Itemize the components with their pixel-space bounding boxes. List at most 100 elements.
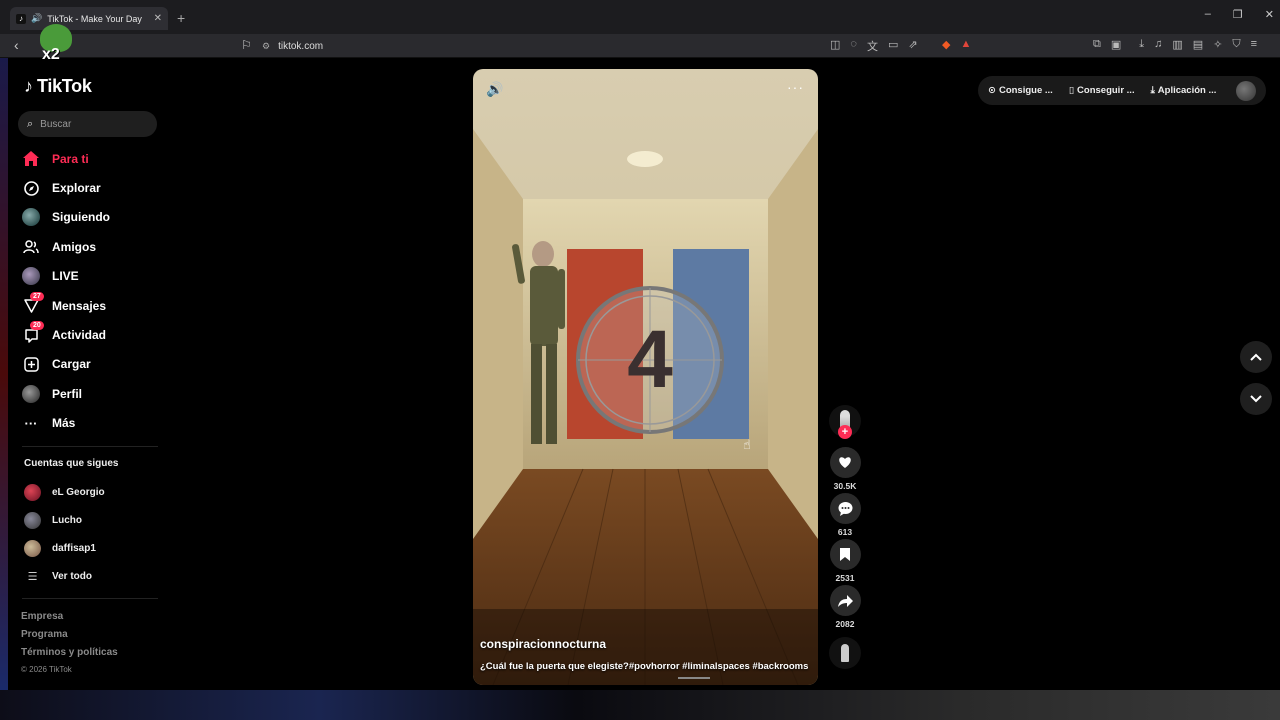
like-action[interactable]: 30.5K bbox=[829, 447, 861, 493]
messages-badge: 27 bbox=[30, 291, 44, 301]
following-account[interactable]: daffisap1 bbox=[24, 534, 164, 562]
brave-shields-icon[interactable]: ◆ bbox=[942, 38, 950, 51]
search-input[interactable] bbox=[40, 118, 141, 130]
extensions-icon[interactable]: ⧉ bbox=[1093, 38, 1101, 51]
restore-button[interactable]: ❐ bbox=[1233, 8, 1243, 21]
creator-avatar[interactable]: + bbox=[829, 405, 861, 439]
share-icon[interactable]: ⇗ bbox=[908, 38, 917, 54]
video-actions: + 30.5K 613 2531 2082 bbox=[829, 405, 861, 669]
audio-playing-icon[interactable]: 🔊 bbox=[31, 13, 42, 24]
minimize-button[interactable]: – bbox=[1205, 8, 1211, 21]
chevron-down-icon bbox=[1250, 395, 1262, 403]
tab-close-icon[interactable]: ✕ bbox=[154, 13, 162, 24]
sidebar-item-mas[interactable]: ··· Más bbox=[22, 409, 162, 438]
comment-action[interactable]: 613 bbox=[829, 493, 861, 539]
browser-right-icons: ⧉ ▣ ⤓ ♫ ▥ ▤ ✧ ⛉ ≡ bbox=[1093, 38, 1257, 51]
back-button[interactable]: ‹ bbox=[14, 37, 19, 53]
save-count: 2531 bbox=[835, 573, 855, 583]
follow-plus-icon[interactable]: + bbox=[838, 425, 852, 439]
search-icon: ⌕ bbox=[27, 117, 34, 130]
music-icon[interactable]: ♫ bbox=[1154, 38, 1162, 51]
brave-rewards-icon[interactable]: ▲ bbox=[960, 38, 971, 51]
user-avatar[interactable] bbox=[1236, 80, 1256, 101]
home-icon bbox=[22, 150, 40, 168]
video-player[interactable]: 4 🔊 ··· conspiracionnocturna ¿Cuál fue l… bbox=[473, 69, 818, 685]
sidebar-toggle-icon[interactable]: ▥ bbox=[1172, 38, 1182, 51]
downloads-icon[interactable]: ⤓ bbox=[1139, 38, 1144, 51]
next-video-button[interactable] bbox=[1240, 383, 1272, 415]
avatar bbox=[24, 539, 41, 557]
list-icon: ☰ bbox=[27, 570, 38, 583]
see-all-label: Ver todo bbox=[52, 570, 93, 582]
media-icon[interactable]: ◫ bbox=[830, 38, 840, 54]
see-all-link[interactable]: ☰ Ver todo bbox=[24, 562, 164, 590]
mute-icon[interactable]: ◌ bbox=[850, 38, 857, 54]
video-description[interactable]: ¿Cuál fue la puerta que elegiste?#povhor… bbox=[480, 661, 808, 672]
url-text[interactable]: tiktok.com bbox=[278, 41, 323, 52]
top-actions-bar: ⊙ Consigue ... ▯ Conseguir ... ⤓ Aplicac… bbox=[978, 76, 1266, 105]
search-box[interactable]: ⌕ bbox=[18, 111, 157, 137]
leo-ai-icon[interactable]: ✧ bbox=[1213, 38, 1222, 51]
chevron-up-icon bbox=[1250, 353, 1262, 361]
sidebar-item-explorar[interactable]: Explorar bbox=[22, 173, 162, 202]
account-name: daffisap1 bbox=[52, 542, 96, 554]
wallet-icon[interactable]: ▤ bbox=[1193, 38, 1203, 51]
address-bar[interactable]: ⚙ tiktok.com bbox=[262, 36, 822, 56]
get-coins-button[interactable]: ⊙ Consigue ... bbox=[988, 85, 1053, 96]
heart-icon[interactable] bbox=[829, 447, 861, 478]
sidebar-item-mensajes[interactable]: 27 Mensajes bbox=[22, 291, 162, 320]
comment-icon[interactable] bbox=[829, 493, 861, 524]
footer-link-empresa[interactable]: Empresa bbox=[21, 611, 118, 629]
sidebar-item-para-ti[interactable]: Para ti bbox=[22, 144, 162, 173]
menu-icon[interactable]: ≡ bbox=[1251, 38, 1257, 51]
more-options-icon[interactable]: ··· bbox=[787, 79, 804, 95]
video-username[interactable]: conspiracionnocturna bbox=[480, 637, 606, 651]
share-action[interactable]: 2082 bbox=[829, 585, 861, 631]
following-account[interactable]: Lucho bbox=[24, 506, 164, 534]
video-progress-bar[interactable] bbox=[678, 677, 710, 679]
get-app-button[interactable]: ▯ Conseguir ... bbox=[1069, 85, 1135, 96]
tab-title: TikTok - Make Your Day bbox=[47, 13, 142, 24]
footer-link-programa[interactable]: Programa bbox=[21, 629, 118, 647]
window-controls: – ❐ ✕ bbox=[1205, 8, 1274, 21]
site-info-icon[interactable]: ⚙ bbox=[262, 41, 270, 52]
save-action[interactable]: 2531 bbox=[829, 539, 861, 585]
footer-link-terminos[interactable]: Términos y políticas bbox=[21, 647, 118, 665]
close-window-button[interactable]: ✕ bbox=[1265, 8, 1274, 21]
cast-icon[interactable]: ▭ bbox=[888, 38, 898, 54]
sidebar-item-label: Cargar bbox=[52, 357, 91, 372]
bookmark-icon[interactable] bbox=[829, 539, 861, 570]
share-arrow-icon[interactable] bbox=[829, 585, 861, 616]
sidebar-item-label: Para ti bbox=[52, 151, 89, 166]
screenshot-icon[interactable]: ▣ bbox=[1111, 38, 1121, 51]
comment-count: 613 bbox=[837, 527, 853, 537]
sidebar-item-perfil[interactable]: Perfil bbox=[22, 379, 162, 408]
tiktok-logo[interactable]: ♪ TikTok bbox=[24, 76, 92, 97]
previous-video-button[interactable] bbox=[1240, 341, 1272, 373]
sidebar-item-live[interactable]: LIVE bbox=[22, 262, 162, 291]
browser-tab-bar: ♪ 🔊 TikTok - Make Your Day ✕ + – ❐ ✕ bbox=[0, 0, 1280, 34]
sticker-text: x2 bbox=[42, 46, 60, 63]
music-disc-icon[interactable] bbox=[829, 637, 861, 669]
sidebar-item-actividad[interactable]: 20 Actividad bbox=[22, 320, 162, 349]
more-icon: ··· bbox=[24, 415, 38, 431]
divider bbox=[22, 598, 158, 599]
desktop-app-button[interactable]: ⤓ Aplicación ... bbox=[1151, 85, 1217, 96]
download-icon: ⤓ bbox=[1150, 85, 1155, 96]
sidebar-item-cargar[interactable]: Cargar bbox=[22, 350, 162, 379]
desktop-app-label: Aplicación ... bbox=[1157, 85, 1217, 96]
sidebar-item-amigos[interactable]: Amigos bbox=[22, 232, 162, 261]
copyright: © 2026 TikTok bbox=[21, 665, 72, 674]
following-account[interactable]: eL Georgio bbox=[24, 478, 164, 506]
sidebar-item-siguiendo[interactable]: Siguiendo bbox=[22, 203, 162, 232]
volume-icon[interactable]: 🔊 bbox=[486, 81, 503, 98]
sidebar-item-label: Amigos bbox=[52, 239, 97, 254]
get-app-label: Conseguir ... bbox=[1077, 85, 1135, 96]
browser-tab[interactable]: ♪ 🔊 TikTok - Make Your Day ✕ bbox=[10, 7, 168, 30]
bookmark-icon[interactable]: ⚐ bbox=[241, 38, 252, 52]
new-tab-button[interactable]: + bbox=[177, 10, 185, 26]
vpn-icon[interactable]: ⛉ bbox=[1232, 38, 1240, 51]
translate-icon[interactable]: 文 bbox=[867, 38, 878, 54]
sidebar-item-label: Mensajes bbox=[52, 298, 107, 313]
compass-icon bbox=[22, 179, 40, 197]
